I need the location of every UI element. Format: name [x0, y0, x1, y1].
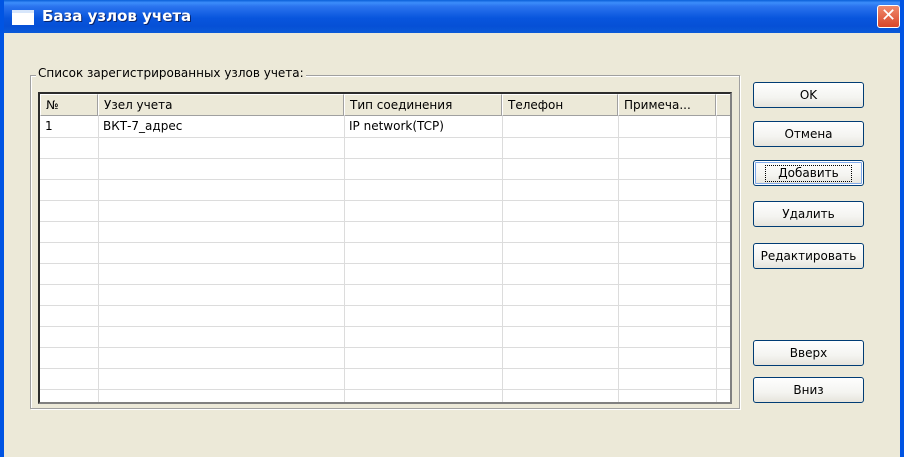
cell-phone — [502, 116, 618, 137]
nodes-list[interactable]: № Узел учета Тип соединения Телефон Прим… — [38, 92, 732, 404]
add-button[interactable]: Добавить — [753, 160, 864, 186]
list-header: № Узел учета Тип соединения Телефон Прим… — [40, 94, 730, 116]
cell-connection-type: IP network(TCP) — [349, 119, 444, 133]
column-header-node[interactable]: Узел учета — [98, 94, 344, 116]
edit-button[interactable]: Редактировать — [753, 243, 864, 269]
column-header-connection-type[interactable]: Тип соединения — [344, 94, 502, 116]
column-header-phone[interactable]: Телефон — [502, 94, 618, 116]
add-button-label: Добавить — [765, 165, 852, 182]
column-header-number[interactable]: № — [40, 94, 98, 116]
cell-note — [618, 116, 716, 137]
grid-line — [40, 284, 730, 285]
cancel-button[interactable]: Отмена — [753, 121, 864, 147]
grid-line — [40, 305, 730, 306]
column-header-note[interactable]: Примеча... — [618, 94, 716, 116]
group-label: Список зарегистрированных узлов учета: — [36, 66, 306, 80]
cell-node: ВКТ-7_адрес — [103, 119, 183, 133]
grid-line — [40, 221, 730, 222]
cell-number: 1 — [45, 119, 53, 133]
window-title: База узлов учета — [42, 7, 192, 25]
grid-line — [40, 200, 730, 201]
column-header-filler — [716, 94, 730, 116]
grid-line — [40, 368, 730, 369]
close-icon: ✕ — [880, 5, 897, 26]
grid-line — [40, 137, 730, 138]
move-down-button[interactable]: Вниз — [753, 377, 864, 403]
grid-line — [40, 179, 730, 180]
grid-line — [40, 158, 730, 159]
grid-line — [40, 326, 730, 327]
title-bar[interactable]: База узлов учета ✕ — [4, 0, 900, 33]
grid-line — [40, 263, 730, 264]
window-icon — [12, 10, 34, 25]
move-up-button[interactable]: Вверх — [753, 340, 864, 366]
delete-button[interactable]: Удалить — [753, 201, 864, 227]
grid-line — [40, 389, 730, 390]
ok-button[interactable]: OK — [753, 82, 864, 108]
close-button[interactable]: ✕ — [877, 5, 900, 28]
grid-line — [40, 242, 730, 243]
table-row[interactable]: 1 ВКТ-7_адрес IP network(TCP) — [40, 116, 730, 137]
grid-line — [40, 347, 730, 348]
